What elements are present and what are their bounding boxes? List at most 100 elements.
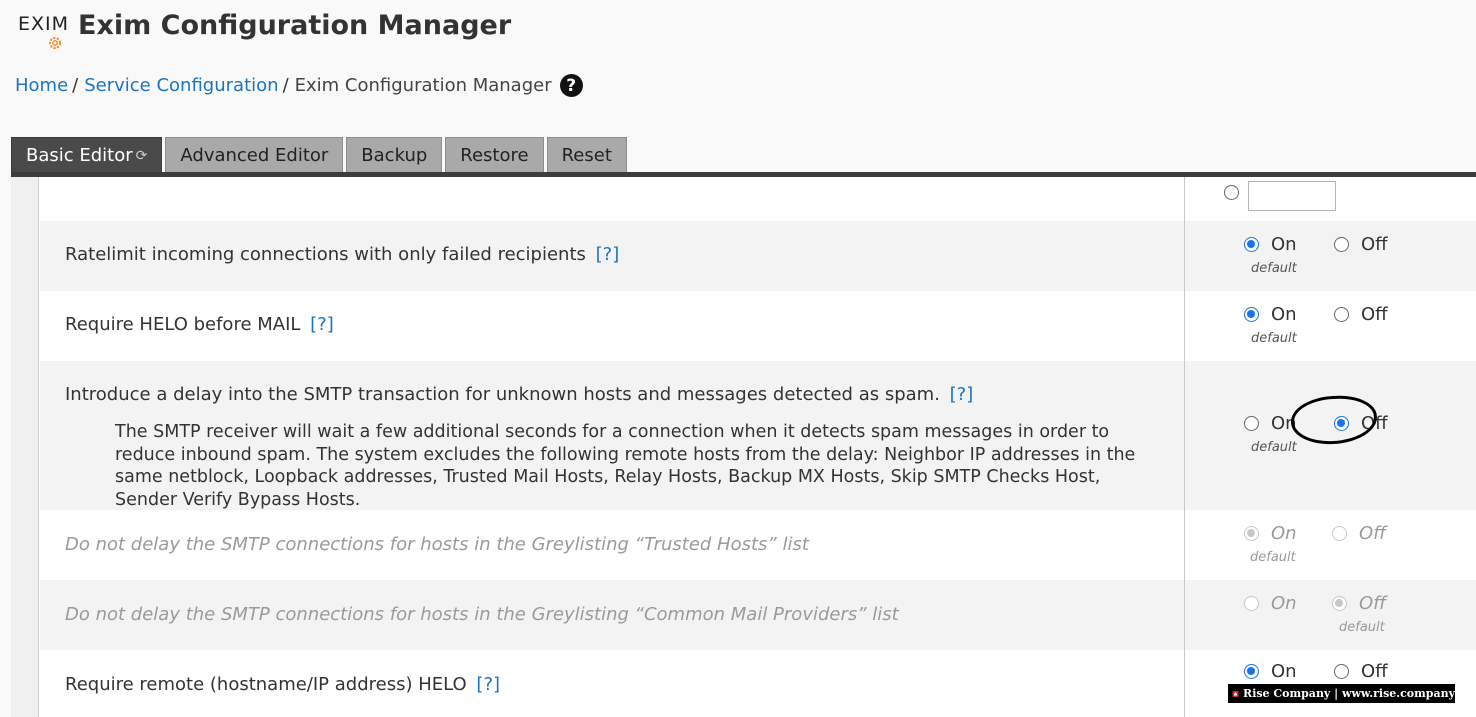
setting-help-link[interactable]: [?]: [596, 244, 620, 265]
tab-advanced-editor[interactable]: Advanced Editor: [165, 137, 344, 173]
breadcrumb-home-link[interactable]: Home: [15, 75, 68, 96]
option-on: On: [1244, 523, 1297, 544]
option-off: Off: [1332, 523, 1386, 544]
setting-help-link[interactable]: [?]: [310, 314, 334, 335]
breadcrumb: Home / Service Configuration / Exim Conf…: [15, 74, 583, 97]
setting-description: The SMTP receiver will wait a few additi…: [115, 422, 1136, 510]
setting-help-link[interactable]: [?]: [950, 384, 974, 405]
radio-on[interactable]: [1244, 307, 1259, 322]
breadcrumb-service-configuration-link[interactable]: Service Configuration: [84, 75, 278, 96]
option-on-label: On: [1271, 304, 1297, 325]
setting-label: Do not delay the SMTP connections for ho…: [65, 534, 809, 555]
option-off-label: Off: [1361, 304, 1388, 325]
breadcrumb-separator: /: [282, 75, 289, 96]
setting-options: On Off default: [1214, 291, 1476, 361]
page-header: EXIM Exim Configuration Manager: [18, 10, 511, 54]
setting-options: On Off default: [1214, 510, 1476, 580]
option-on[interactable]: On: [1244, 413, 1297, 434]
tab-label: Restore: [460, 145, 529, 166]
editor-tabs: Basic Editor ⟳ Advanced Editor Backup Re…: [11, 137, 627, 173]
option-off-label: Off: [1361, 234, 1388, 255]
setting-label: Require remote (hostname/IP address) HEL…: [65, 674, 500, 695]
default-note: default: [1251, 261, 1297, 276]
breadcrumb-separator: /: [72, 75, 79, 96]
option-off-label: Off: [1361, 661, 1388, 682]
settings-panel[interactable]: Ratelimit incoming connections with only…: [11, 177, 1476, 717]
option-off-label: Off: [1359, 523, 1387, 544]
option-on-label: On: [1271, 661, 1297, 682]
setting-row-greylist-trusted: Do not delay the SMTP connections for ho…: [40, 510, 1476, 580]
setting-options: On Off default: [1214, 580, 1476, 650]
watermark: Rise Company | www.rise.company: [1228, 684, 1455, 703]
setting-help-link[interactable]: [?]: [476, 674, 500, 695]
option-on[interactable]: On: [1244, 304, 1297, 325]
setting-label: Introduce a delay into the SMTP transact…: [65, 384, 973, 405]
tab-backup[interactable]: Backup: [346, 137, 443, 173]
radio-on[interactable]: [1244, 664, 1259, 679]
breadcrumb-current: Exim Configuration Manager: [294, 75, 552, 96]
left-gutter: [11, 177, 39, 717]
setting-label-text: Do not delay the SMTP connections for ho…: [65, 604, 899, 625]
setting-row-partial: [40, 177, 1476, 221]
option-off: Off: [1332, 593, 1386, 614]
setting-options: On Off default: [1214, 221, 1476, 291]
setting-label-text: Ratelimit incoming connections with only…: [65, 244, 586, 265]
radio-off: [1332, 526, 1347, 541]
default-note: default: [1250, 550, 1296, 565]
option-on: On: [1244, 593, 1297, 614]
gear-icon: [49, 37, 61, 49]
option-off[interactable]: Off: [1334, 661, 1388, 682]
hand-icon: [1232, 690, 1239, 697]
tab-label: Advanced Editor: [180, 145, 329, 166]
option-on-label: On: [1271, 413, 1297, 434]
setting-label: Ratelimit incoming connections with only…: [65, 244, 619, 265]
setting-row-greylist-common-providers: Do not delay the SMTP connections for ho…: [40, 580, 1476, 650]
tab-label: Basic Editor: [26, 145, 133, 166]
setting-label: Do not delay the SMTP connections for ho…: [65, 604, 899, 625]
setting-label-text: Introduce a delay into the SMTP transact…: [65, 384, 940, 405]
radio-off: [1332, 596, 1347, 611]
radio-off[interactable]: [1334, 307, 1349, 322]
tab-label: Reset: [561, 145, 612, 166]
custom-value-radio[interactable]: [1224, 185, 1239, 200]
setting-label: Require HELO before MAIL [?]: [65, 314, 334, 335]
option-off[interactable]: Off: [1334, 234, 1388, 255]
setting-row-require-helo: Require HELO before MAIL [?] On Off defa…: [40, 291, 1476, 361]
refresh-icon: ⟳: [135, 147, 148, 164]
option-on-label: On: [1271, 523, 1297, 544]
tab-basic-editor[interactable]: Basic Editor ⟳: [11, 137, 163, 173]
exim-logo: EXIM: [18, 10, 70, 54]
default-note: default: [1251, 331, 1297, 346]
setting-label-text: Do not delay the SMTP connections for ho…: [65, 534, 809, 555]
tab-reset[interactable]: Reset: [546, 137, 627, 173]
option-off[interactable]: Off: [1334, 304, 1388, 325]
help-icon[interactable]: ?: [559, 74, 583, 97]
setting-options: On Off default: [1214, 361, 1476, 510]
option-on[interactable]: On: [1244, 661, 1297, 682]
radio-off[interactable]: [1334, 664, 1349, 679]
setting-label-text: Require remote (hostname/IP address) HEL…: [65, 674, 467, 695]
option-on[interactable]: On: [1244, 234, 1297, 255]
logo-text: EXIM: [18, 13, 70, 35]
radio-on[interactable]: [1244, 237, 1259, 252]
setting-row-ratelimit-failed: Ratelimit incoming connections with only…: [40, 221, 1476, 291]
option-on-label: On: [1271, 234, 1297, 255]
setting-label-text: Require HELO before MAIL: [65, 314, 301, 335]
radio-on: [1244, 596, 1259, 611]
default-note: default: [1339, 620, 1385, 635]
radio-on: [1244, 526, 1259, 541]
custom-value-input[interactable]: [1248, 181, 1336, 211]
watermark-text: Rise Company | www.rise.company: [1243, 687, 1455, 700]
setting-row-smtp-delay: Introduce a delay into the SMTP transact…: [40, 361, 1476, 510]
option-off-label: Off: [1359, 593, 1387, 614]
radio-off[interactable]: [1334, 237, 1349, 252]
tab-restore[interactable]: Restore: [445, 137, 544, 173]
option-off[interactable]: Off: [1334, 413, 1388, 434]
tab-label: Backup: [361, 145, 428, 166]
column-divider: [1184, 177, 1185, 717]
radio-on[interactable]: [1244, 416, 1259, 431]
default-note: default: [1251, 440, 1297, 455]
setting-options: [1214, 177, 1476, 221]
option-off-label: Off: [1361, 413, 1388, 434]
radio-off[interactable]: [1334, 416, 1349, 431]
